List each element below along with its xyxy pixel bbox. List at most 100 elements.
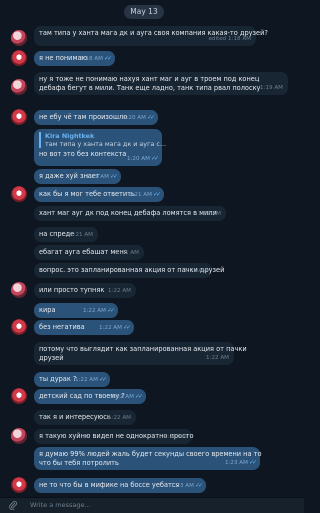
timestamp-text: 1:21 AM (116, 250, 139, 256)
timestamp-text: 1:22 AM (82, 308, 106, 314)
reply-author: Kira Nightkek (45, 132, 95, 140)
timestamp-text: 1:21 AM (184, 268, 207, 274)
message-timestamp: 1:21 AM (116, 249, 139, 258)
message-bubble[interactable]: не то что бы в мифике на боссе уебатся 1:… (34, 478, 206, 493)
message-bubble[interactable]: я даже хуй знает 1:21 AM✓✓ (34, 169, 121, 184)
message-timestamp: 1:23 AM✓✓ (170, 481, 203, 491)
message-input[interactable]: Write a message... (30, 501, 91, 509)
message-timestamp: 1:20 AM✓✓ (126, 154, 159, 164)
read-checkmark-icon: ✓✓ (122, 324, 131, 331)
message-bubble[interactable]: хант маг ауг дк под конец дебафа ломятся… (34, 206, 226, 221)
message-text: дебафа бегут в мили. Танк еще ладно, тан… (39, 84, 261, 92)
timestamp-text: 1:21 AM (85, 174, 109, 180)
message-bubble[interactable]: Kira Nightkek там типа у ханта мага дк и … (34, 129, 167, 166)
message-bubble[interactable]: на спреде 1:21 AM (34, 227, 98, 242)
avatar[interactable] (11, 50, 27, 66)
chat-history: May 13 там типа у ханта мага дк и ауга с… (0, 0, 304, 497)
message-bubble[interactable]: или просто тупняк 1:22 AM (34, 283, 136, 298)
avatar[interactable] (11, 79, 27, 95)
message-bubble[interactable]: там типа у ханта мага дк и ауга своя ком… (34, 26, 268, 46)
read-checkmark-icon: ✓✓ (109, 173, 118, 180)
message-bubble[interactable]: я такую хуйню видел не однократно просто… (34, 429, 194, 444)
message-timestamp: 1:21 AM (198, 210, 221, 219)
message-bubble[interactable]: без негатива 1:22 AM✓✓ (34, 320, 134, 335)
read-checkmark-icon: ✓✓ (152, 191, 161, 198)
timestamp-text: 1:23 AM (224, 460, 248, 466)
read-checkmark-icon: ✓✓ (248, 459, 257, 466)
avatar[interactable] (11, 388, 27, 404)
message-bubble[interactable]: не ебу чё там произошло 1:20 AM✓✓ (34, 110, 158, 125)
message-timestamp: 1:21 AM✓✓ (85, 172, 118, 182)
message-timestamp: 1:23 AM (164, 433, 187, 442)
timestamp-text: 1:23 AM (170, 483, 194, 489)
reply-text: там типа у ханта мага дк и ауга с... (45, 140, 167, 148)
message-bubble[interactable]: вопрос. это запланированная акция от пач… (34, 263, 225, 278)
message-timestamp: 1:22 AM (108, 414, 131, 423)
timestamp-text: 1:21 AM (70, 232, 93, 238)
read-checkmark-icon: ✓✓ (150, 155, 159, 162)
message-bubble[interactable]: как бы я мог тебе ответить 1:21 AM✓✓ (34, 187, 164, 202)
message-text: ну я тоже не понимаю нахуя хант маг и ау… (39, 75, 260, 83)
timestamp-text: edited 1:18 AM (208, 36, 251, 42)
timestamp-text: 1:22 AM (206, 355, 229, 361)
read-checkmark-icon: ✓✓ (146, 114, 155, 121)
avatar[interactable] (11, 30, 27, 46)
message-bubble[interactable]: ну я тоже не понимаю нахуя хант маг и ау… (34, 72, 288, 95)
message-composer: Write a message... (0, 497, 304, 513)
message-timestamp: 1:21 AM (70, 231, 93, 240)
read-checkmark-icon: ✓✓ (134, 393, 143, 400)
avatar[interactable] (11, 477, 27, 493)
message-timestamp: 1:22 AM (108, 287, 131, 296)
avatar[interactable] (11, 109, 27, 125)
message-timestamp: 1:22 AM✓✓ (110, 392, 143, 402)
timestamp-text: 1:21 AM (198, 211, 221, 217)
timestamp-text: 1:20 AM (126, 156, 150, 162)
timestamp-text: 1:22 AM (74, 377, 98, 383)
message-bubble[interactable]: потому что выглядит как запланированная … (34, 342, 247, 365)
message-text: хант маг ауг дк под конец дебафа ломятся… (39, 209, 217, 217)
message-timestamp: 1:18 AM✓✓ (79, 54, 112, 64)
read-checkmark-icon: ✓✓ (98, 376, 107, 383)
message-timestamp: 1:23 AM✓✓ (224, 458, 257, 468)
message-bubble[interactable]: детский сад по твоему ? 1:22 AM✓✓ (34, 389, 146, 404)
message-bubble[interactable]: кира 1:22 AM✓✓ (34, 303, 118, 318)
read-checkmark-icon: ✓✓ (106, 307, 115, 314)
timestamp-text: 1:19 AM (260, 85, 283, 91)
message-timestamp: 1:22 AM✓✓ (98, 323, 131, 333)
timestamp-text: 1:18 AM (79, 56, 103, 62)
timestamp-text: 1:22 AM (110, 394, 134, 400)
attach-icon[interactable] (8, 500, 18, 510)
timestamp-text: 1:20 AM (122, 115, 146, 121)
message-timestamp: 1:22 AM✓✓ (82, 306, 115, 316)
message-text: вопрос. это запланированная акция от пач… (39, 266, 225, 274)
timestamp-text: 1:23 AM (164, 434, 187, 440)
avatar[interactable] (11, 186, 27, 202)
avatar[interactable] (11, 319, 27, 335)
read-checkmark-icon: ✓✓ (194, 482, 203, 489)
message-text: потому что выглядит как запланированная … (39, 345, 247, 353)
date-separator: May 13 (124, 5, 164, 19)
message-timestamp: 1:19 AM (260, 84, 283, 93)
message-bubble[interactable]: я не понимаю 1:18 AM✓✓ (34, 51, 115, 66)
avatar[interactable] (11, 428, 27, 444)
message-bubble[interactable]: ебагат ауга ебашат меня 1:21 AM (34, 245, 144, 260)
message-timestamp: 1:21 AM✓✓ (128, 190, 161, 200)
message-bubble[interactable]: так я и интересуюсь 1:22 AM (34, 410, 136, 425)
message-timestamp: 1:22 AM✓✓ (74, 375, 107, 385)
message-text: друзей (39, 354, 64, 362)
reply-quote[interactable]: Kira Nightkek там типа у ханта мага дк и … (39, 132, 167, 148)
avatar[interactable] (11, 282, 27, 298)
read-checkmark-icon: ✓✓ (103, 55, 112, 62)
message-timestamp: 1:22 AM (206, 354, 229, 363)
timestamp-text: 1:22 AM (98, 325, 122, 331)
message-text: что бы тебя потролить (39, 459, 119, 467)
message-bubble[interactable]: я думаю 99% людей жаль будет секунды сво… (34, 447, 262, 470)
message-text: я думаю 99% людей жаль будет секунды сво… (39, 450, 262, 458)
timestamp-text: 1:21 AM (128, 192, 152, 198)
timestamp-text: 1:22 AM (108, 288, 131, 294)
message-timestamp: edited 1:18 AM (208, 35, 251, 44)
message-timestamp: 1:20 AM✓✓ (122, 113, 155, 123)
message-timestamp: 1:21 AM (184, 267, 207, 276)
message-bubble[interactable]: ты дурак ? 1:22 AM✓✓ (34, 372, 110, 387)
timestamp-text: 1:22 AM (108, 415, 131, 421)
